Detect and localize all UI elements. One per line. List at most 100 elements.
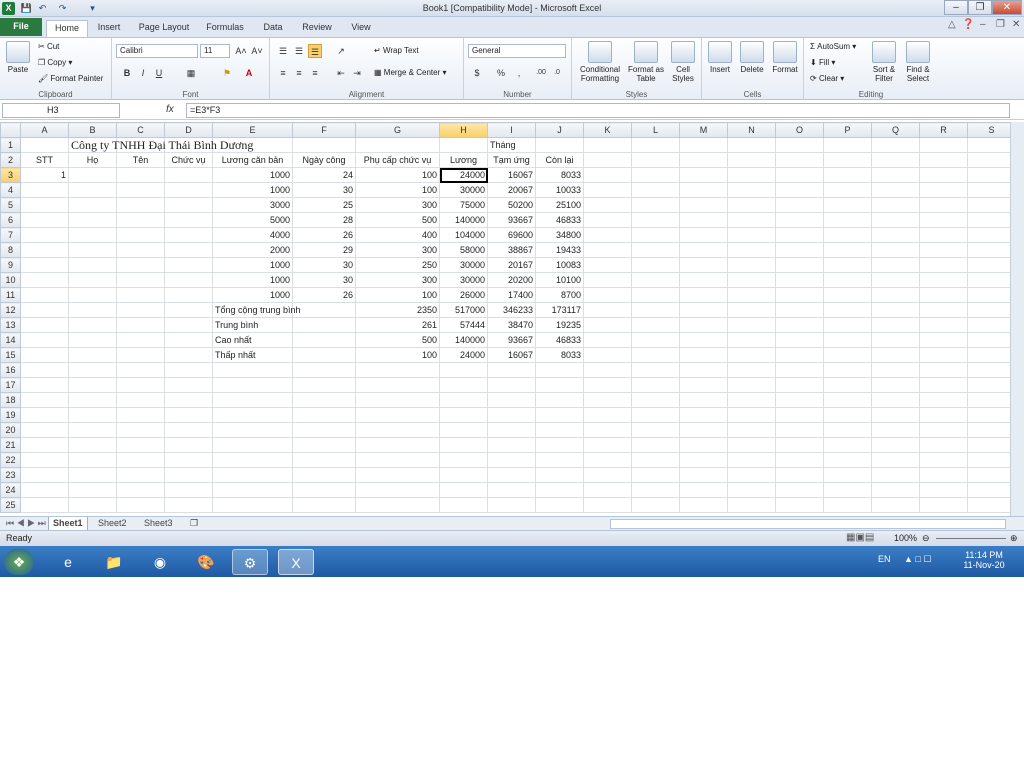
cell-h3[interactable]: 24000 bbox=[439, 167, 488, 183]
row-header-12[interactable]: 12 bbox=[0, 302, 21, 318]
cell-g5[interactable]: 300 bbox=[355, 197, 440, 213]
cell-m1[interactable] bbox=[679, 137, 728, 153]
insert-cells-button[interactable]: Insert bbox=[704, 41, 736, 74]
cell-a8[interactable] bbox=[20, 242, 69, 258]
cell-j20[interactable] bbox=[535, 422, 584, 438]
file-explorer-icon[interactable]: 📁 bbox=[96, 549, 132, 575]
autosum-button[interactable]: Σ AutoSum ▾ bbox=[810, 42, 856, 52]
cell-f1[interactable] bbox=[292, 137, 356, 153]
cell-i25[interactable] bbox=[487, 497, 536, 513]
cell-k6[interactable] bbox=[583, 212, 632, 228]
cell-e18[interactable] bbox=[212, 392, 293, 408]
grow-font-icon[interactable]: A˄ bbox=[234, 44, 248, 58]
cell-p2[interactable] bbox=[823, 152, 872, 168]
cell-c11[interactable] bbox=[116, 287, 165, 303]
bold-button[interactable]: B bbox=[120, 66, 134, 80]
cell-e23[interactable] bbox=[212, 467, 293, 483]
cell-g2[interactable]: Phụ cấp chức vụ bbox=[355, 152, 440, 168]
column-header-p[interactable]: P bbox=[823, 122, 872, 138]
cell-r10[interactable] bbox=[919, 272, 968, 288]
cell-q13[interactable] bbox=[871, 317, 920, 333]
cell-o14[interactable] bbox=[775, 332, 824, 348]
cell-j18[interactable] bbox=[535, 392, 584, 408]
row-header-7[interactable]: 7 bbox=[0, 227, 21, 243]
cell-n17[interactable] bbox=[727, 377, 776, 393]
cell-k1[interactable] bbox=[583, 137, 632, 153]
cell-i14[interactable]: 93667 bbox=[487, 332, 536, 348]
cell-h8[interactable]: 58000 bbox=[439, 242, 488, 258]
app-icon-recent[interactable]: ⚙ bbox=[232, 549, 268, 575]
cell-b11[interactable] bbox=[68, 287, 117, 303]
sheet-tab-2[interactable]: Sheet2 bbox=[94, 517, 131, 531]
cell-n19[interactable] bbox=[727, 407, 776, 423]
row-header-8[interactable]: 8 bbox=[0, 242, 21, 258]
restore-button[interactable]: ❐ bbox=[968, 0, 992, 15]
cell-h16[interactable] bbox=[439, 362, 488, 378]
cell-b5[interactable] bbox=[68, 197, 117, 213]
cell-l8[interactable] bbox=[631, 242, 680, 258]
cell-r19[interactable] bbox=[919, 407, 968, 423]
cell-m20[interactable] bbox=[679, 422, 728, 438]
cell-r17[interactable] bbox=[919, 377, 968, 393]
cell-j13[interactable]: 19235 bbox=[535, 317, 584, 333]
copy-button[interactable]: ❐ Copy ▾ bbox=[38, 58, 72, 68]
cell-i1[interactable]: Tháng bbox=[487, 137, 536, 153]
select-all-corner[interactable] bbox=[0, 122, 21, 138]
cell-a13[interactable] bbox=[20, 317, 69, 333]
cell-s11[interactable] bbox=[967, 287, 1010, 303]
cell-g25[interactable] bbox=[355, 497, 440, 513]
cell-a24[interactable] bbox=[20, 482, 69, 498]
cell-p3[interactable] bbox=[823, 167, 872, 183]
cell-i6[interactable]: 93667 bbox=[487, 212, 536, 228]
align-middle-icon[interactable]: ☰ bbox=[292, 44, 306, 58]
cell-l17[interactable] bbox=[631, 377, 680, 393]
cell-o10[interactable] bbox=[775, 272, 824, 288]
cell-n18[interactable] bbox=[727, 392, 776, 408]
cell-s13[interactable] bbox=[967, 317, 1010, 333]
clock[interactable]: 11:14 PM 11-Nov-20 bbox=[960, 550, 1008, 570]
cell-l16[interactable] bbox=[631, 362, 680, 378]
cell-a5[interactable] bbox=[20, 197, 69, 213]
cell-r1[interactable] bbox=[919, 137, 968, 153]
cell-d15[interactable] bbox=[164, 347, 213, 363]
cell-c6[interactable] bbox=[116, 212, 165, 228]
cell-m18[interactable] bbox=[679, 392, 728, 408]
cell-b19[interactable] bbox=[68, 407, 117, 423]
cell-r20[interactable] bbox=[919, 422, 968, 438]
cell-i23[interactable] bbox=[487, 467, 536, 483]
cell-o15[interactable] bbox=[775, 347, 824, 363]
column-header-n[interactable]: N bbox=[727, 122, 776, 138]
cell-g3[interactable]: 100 bbox=[355, 167, 440, 183]
cell-k19[interactable] bbox=[583, 407, 632, 423]
cell-h1[interactable] bbox=[439, 137, 488, 153]
cell-q5[interactable] bbox=[871, 197, 920, 213]
cell-n16[interactable] bbox=[727, 362, 776, 378]
cell-a2[interactable]: STT bbox=[20, 152, 69, 168]
cell-s20[interactable] bbox=[967, 422, 1010, 438]
cell-c20[interactable] bbox=[116, 422, 165, 438]
cell-h24[interactable] bbox=[439, 482, 488, 498]
comma-button[interactable]: , bbox=[512, 66, 526, 80]
cell-n8[interactable] bbox=[727, 242, 776, 258]
conditional-formatting-button[interactable]: Conditional Formatting bbox=[574, 41, 626, 83]
cell-n21[interactable] bbox=[727, 437, 776, 453]
column-header-a[interactable]: A bbox=[20, 122, 69, 138]
cell-b22[interactable] bbox=[68, 452, 117, 468]
cell-s10[interactable] bbox=[967, 272, 1010, 288]
cell-q8[interactable] bbox=[871, 242, 920, 258]
cell-n25[interactable] bbox=[727, 497, 776, 513]
cell-s18[interactable] bbox=[967, 392, 1010, 408]
cell-h13[interactable]: 57444 bbox=[439, 317, 488, 333]
cell-s4[interactable] bbox=[967, 182, 1010, 198]
row-header-14[interactable]: 14 bbox=[0, 332, 21, 348]
cell-i13[interactable]: 38470 bbox=[487, 317, 536, 333]
cell-q17[interactable] bbox=[871, 377, 920, 393]
cell-b4[interactable] bbox=[68, 182, 117, 198]
column-header-m[interactable]: M bbox=[679, 122, 728, 138]
italic-button[interactable]: I bbox=[136, 66, 150, 80]
cell-m19[interactable] bbox=[679, 407, 728, 423]
cell-n12[interactable] bbox=[727, 302, 776, 318]
fill-button[interactable]: ⬇ Fill ▾ bbox=[810, 58, 835, 68]
font-family-select[interactable]: Calibri bbox=[116, 44, 198, 58]
cell-o19[interactable] bbox=[775, 407, 824, 423]
